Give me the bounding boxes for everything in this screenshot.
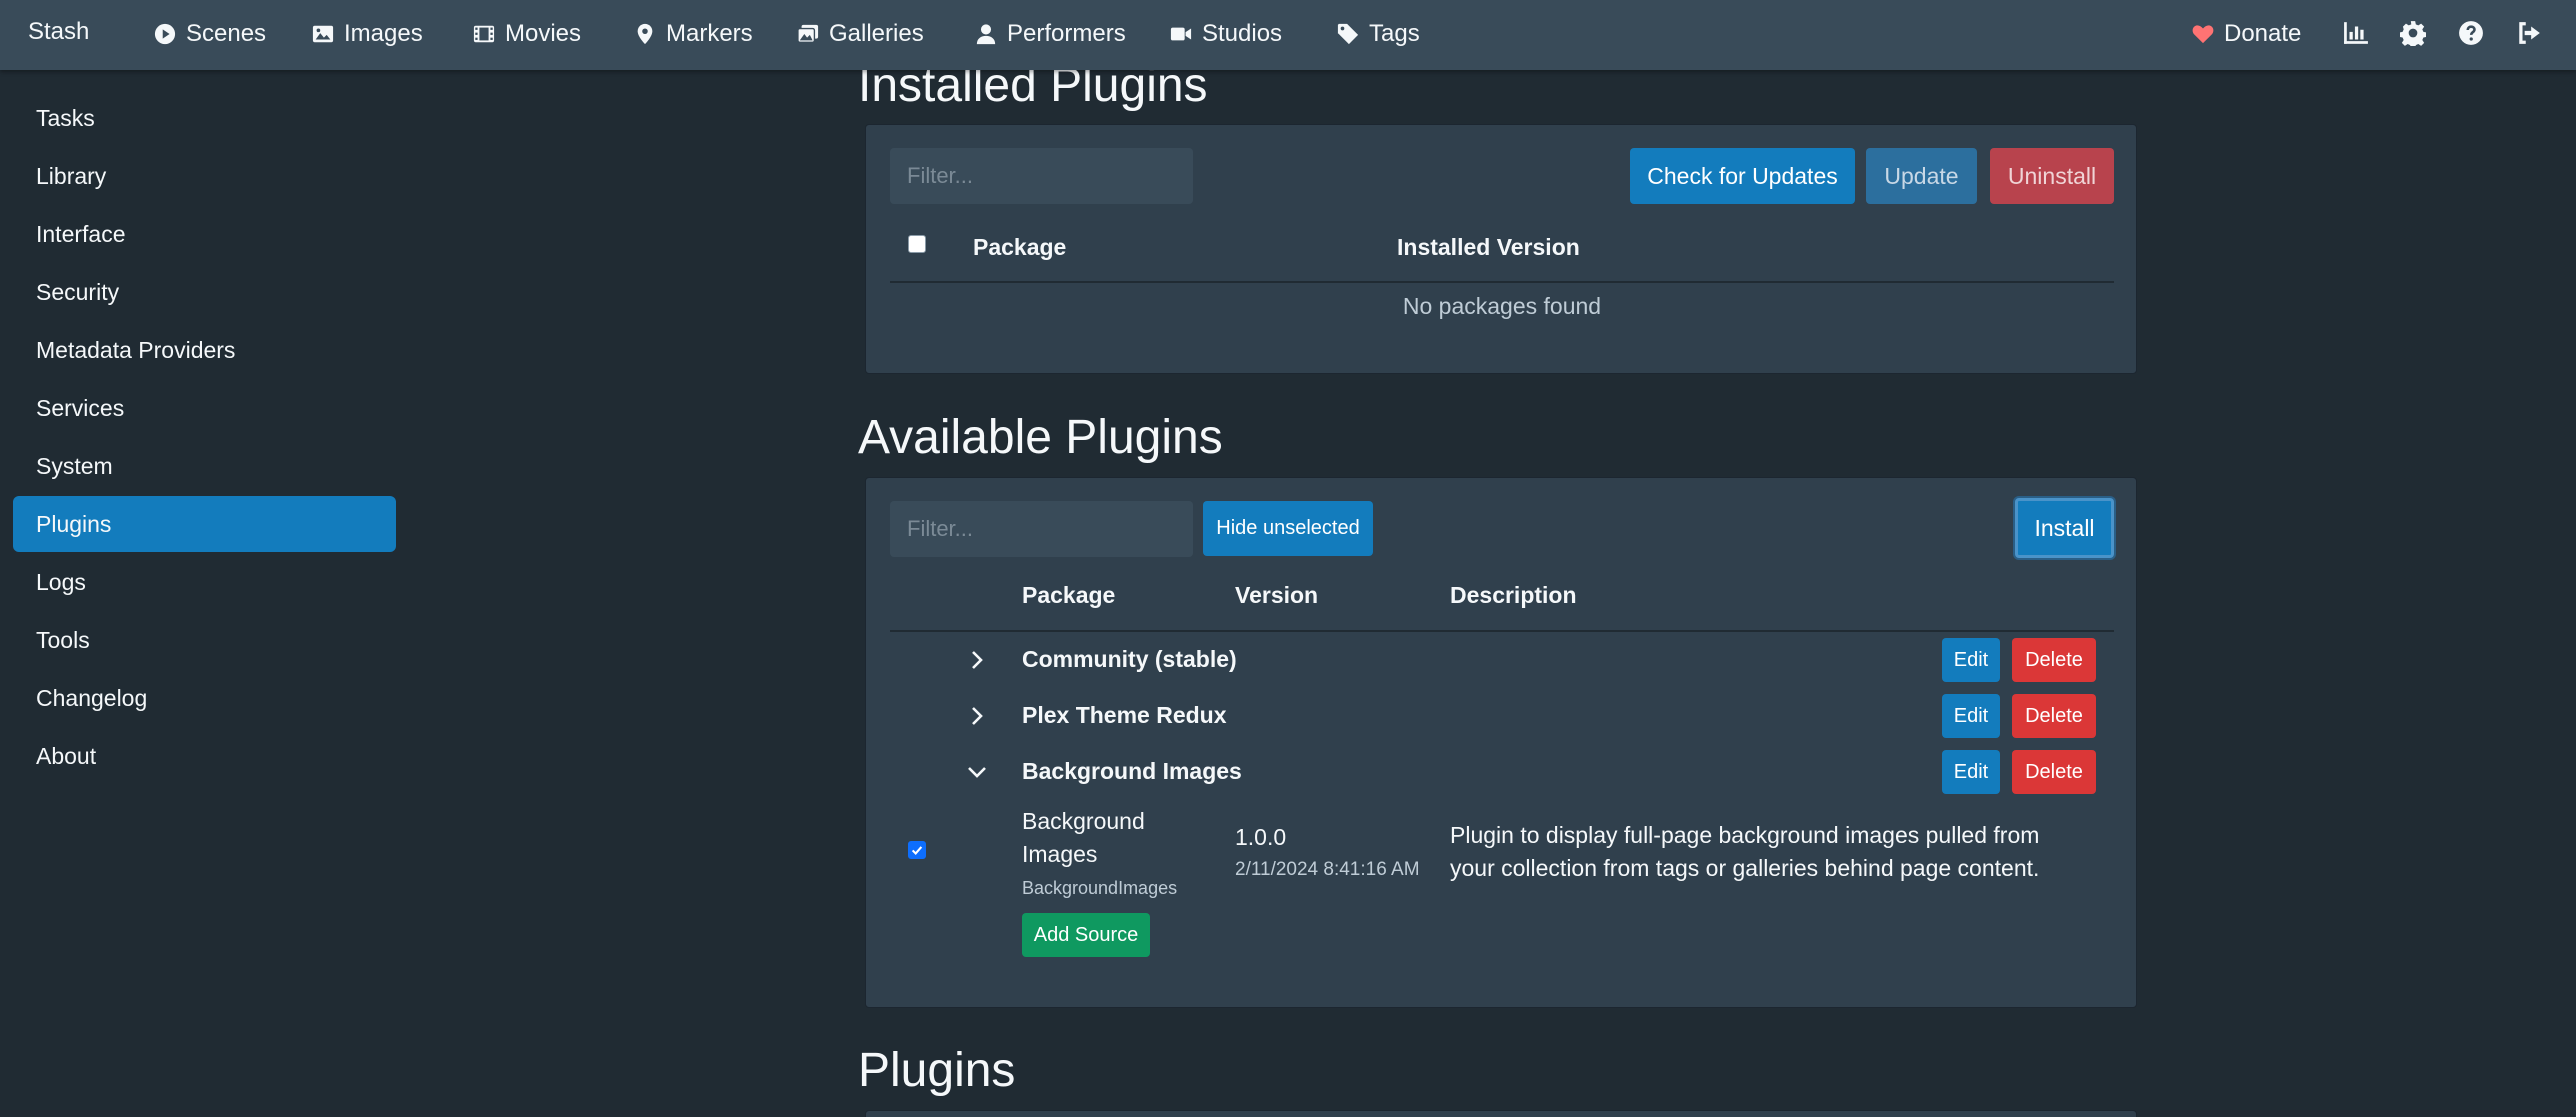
nav-images-label: Images: [344, 20, 423, 47]
sidebar-item-about[interactable]: About: [13, 728, 396, 784]
donate-button[interactable]: Donate: [2192, 16, 2301, 52]
user-icon: [976, 24, 996, 45]
hide-unselected-button[interactable]: Hide unselected: [1203, 501, 1373, 556]
nav-images[interactable]: Images: [312, 16, 423, 52]
source-name-plex-theme: Plex Theme Redux: [1022, 702, 1227, 728]
delete-source-button[interactable]: Delete: [2012, 638, 2096, 682]
package-select-checkbox[interactable]: [908, 841, 926, 859]
available-filter-input[interactable]: [890, 501, 1193, 557]
nav-galleries[interactable]: Galleries: [797, 16, 924, 52]
nav-scenes[interactable]: Scenes: [154, 16, 266, 52]
nav-scenes-label: Scenes: [186, 20, 267, 47]
stats-button[interactable]: [2341, 18, 2371, 48]
play-circle-icon: [154, 23, 176, 45]
heart-icon: [2192, 25, 2214, 44]
image-icon: [312, 25, 334, 43]
map-marker-icon: [637, 23, 653, 45]
sidebar-item-security[interactable]: Security: [13, 264, 396, 320]
nav-markers[interactable]: Markers: [634, 16, 753, 52]
table-divider: [890, 630, 2114, 632]
plugins-title: Plugins: [858, 1044, 1016, 1097]
installed-plugins-card: Check for Updates Update Uninstall Packa…: [865, 124, 2137, 374]
col-description-header: Description: [1450, 582, 1577, 608]
col-version-header: Version: [1235, 582, 1319, 608]
nav-markers-label: Markers: [666, 20, 753, 47]
no-packages-message: No packages found: [1402, 293, 1602, 319]
donate-label: Donate: [2224, 20, 2302, 47]
sidebar-item-tools[interactable]: Tools: [13, 612, 396, 668]
settings-button[interactable]: [2398, 18, 2428, 48]
available-plugins-card: Hide unselected Install Package Version …: [865, 477, 2137, 1008]
available-plugins-title: Available Plugins: [858, 411, 1223, 464]
help-icon: [2459, 21, 2483, 45]
chevron-right-icon: [972, 651, 983, 669]
delete-source-button[interactable]: Delete: [2012, 750, 2096, 794]
chevron-down-icon: [968, 767, 986, 778]
checkmark-icon: [911, 846, 923, 856]
add-source-button[interactable]: Add Source: [1022, 913, 1150, 957]
sidebar-item-library[interactable]: Library: [13, 148, 396, 204]
package-name-line2: Images: [1022, 841, 1098, 867]
logout-button[interactable]: [2514, 18, 2544, 48]
nav-tags-label: Tags: [1369, 20, 1420, 47]
logout-icon: [2519, 22, 2540, 44]
sidebar-item-interface[interactable]: Interface: [13, 206, 396, 262]
nav-movies[interactable]: Movies: [473, 16, 581, 52]
images-icon: [797, 24, 819, 43]
chevron-right-icon: [972, 707, 983, 725]
sidebar-item-metadata-providers[interactable]: Metadata Providers: [13, 322, 396, 378]
collapse-background-images-toggle[interactable]: [965, 760, 989, 784]
sidebar-item-tasks[interactable]: Tasks: [13, 90, 396, 146]
sidebar-item-services[interactable]: Services: [13, 380, 396, 436]
nav-movies-label: Movies: [505, 20, 582, 47]
film-icon: [473, 25, 495, 43]
package-name-line1: Background: [1022, 808, 1145, 834]
expand-community-toggle[interactable]: [965, 648, 989, 672]
edit-source-button[interactable]: Edit: [1942, 750, 2000, 794]
video-icon: [1170, 27, 1192, 41]
select-all-checkbox[interactable]: [908, 235, 926, 253]
package-id: BackgroundImages: [1022, 878, 1178, 898]
settings-sidebar: Tasks Library Interface Security Metadat…: [13, 90, 396, 786]
install-button[interactable]: Install: [2015, 498, 2114, 558]
package-description-line2: your collection from tags or galleries b…: [1450, 855, 2040, 881]
sidebar-item-system[interactable]: System: [13, 438, 396, 494]
nav-performers[interactable]: Performers: [975, 16, 1126, 52]
nav-tags[interactable]: Tags: [1337, 16, 1420, 52]
sidebar-item-changelog[interactable]: Changelog: [13, 670, 396, 726]
plugins-card: [865, 1110, 2137, 1117]
nav-studios[interactable]: Studios: [1170, 16, 1282, 52]
installed-filter-input[interactable]: [890, 148, 1193, 204]
chart-icon: [2344, 22, 2368, 44]
gear-icon: [2400, 21, 2426, 46]
source-name-background-images: Background Images: [1022, 758, 1242, 784]
table-divider: [890, 281, 2114, 283]
source-name-community: Community (stable): [1022, 646, 1237, 672]
tag-icon: [1337, 23, 1359, 45]
delete-source-button[interactable]: Delete: [2012, 694, 2096, 738]
package-description-line1: Plugin to display full-page background i…: [1450, 822, 2040, 848]
top-navbar: Stash Scenes Images Movies Markers Galle…: [0, 0, 2576, 70]
nav-performers-label: Performers: [1007, 20, 1126, 47]
brand-link[interactable]: Stash: [28, 18, 89, 46]
expand-plex-theme-toggle[interactable]: [965, 704, 989, 728]
col-installed-version-header: Installed Version: [1397, 234, 1580, 260]
package-version: 1.0.0: [1235, 824, 1287, 850]
uninstall-button[interactable]: Uninstall: [1990, 148, 2114, 204]
help-button[interactable]: [2456, 18, 2486, 48]
edit-source-button[interactable]: Edit: [1942, 694, 2000, 738]
update-button[interactable]: Update: [1866, 148, 1977, 204]
col-package-header: Package: [1022, 582, 1116, 608]
col-package-header: Package: [973, 234, 1067, 260]
check-updates-button[interactable]: Check for Updates: [1630, 148, 1855, 204]
package-date: 2/11/2024 8:41:16 AM: [1235, 859, 1420, 880]
sidebar-item-logs[interactable]: Logs: [13, 554, 396, 610]
sidebar-item-plugins[interactable]: Plugins: [13, 496, 396, 552]
edit-source-button[interactable]: Edit: [1942, 638, 2000, 682]
nav-studios-label: Studios: [1202, 20, 1283, 47]
nav-galleries-label: Galleries: [829, 20, 924, 47]
